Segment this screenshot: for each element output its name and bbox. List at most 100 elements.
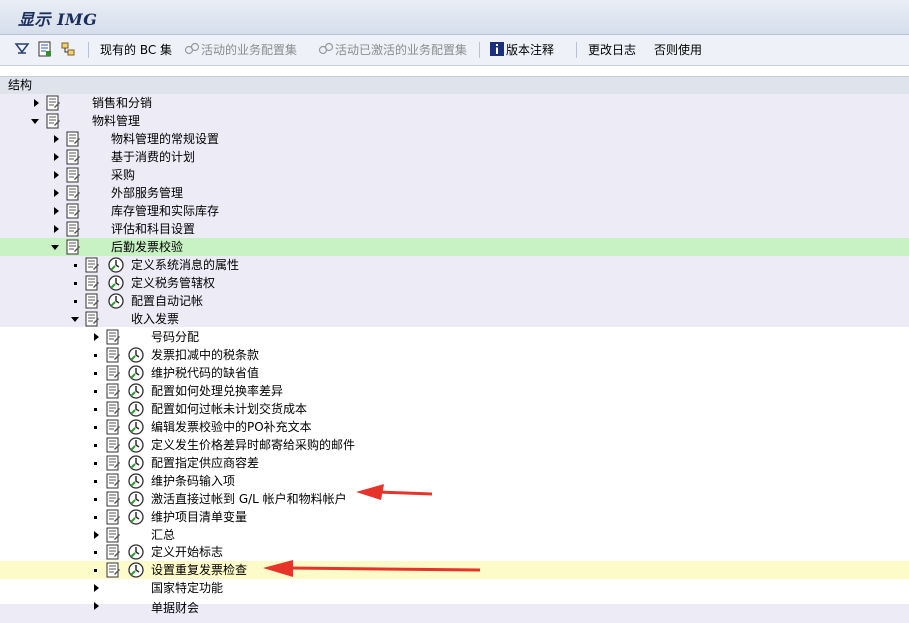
- execute-clock-icon[interactable]: [108, 257, 124, 273]
- execute-clock-icon[interactable]: [128, 401, 144, 417]
- tree-node[interactable]: 国家特定功能: [0, 579, 909, 597]
- execute-clock-icon[interactable]: [128, 455, 144, 471]
- collapsed-arrow-icon[interactable]: [54, 153, 59, 161]
- execute-clock-icon[interactable]: [128, 509, 144, 525]
- document-icon[interactable]: [85, 293, 100, 309]
- tree-node-label: 定义开始标志: [151, 545, 224, 559]
- tree-activity[interactable]: 定义系统消息的属性: [0, 256, 909, 274]
- expanded-arrow-icon[interactable]: [71, 317, 79, 322]
- structure-header-label: 结构: [8, 78, 33, 92]
- toolbar-separator: [479, 42, 480, 58]
- document-icon[interactable]: [106, 419, 121, 435]
- tree-node-label: 销售和分销: [92, 96, 153, 110]
- tree-node-liv[interactable]: 后勤发票校验: [0, 238, 909, 256]
- tree-node-label: 国家特定功能: [151, 581, 224, 595]
- tree-node[interactable]: 采购: [0, 166, 909, 184]
- tree-node[interactable]: 评估和科目设置: [0, 220, 909, 238]
- document-icon[interactable]: [106, 544, 121, 560]
- execute-clock-icon[interactable]: [128, 365, 144, 381]
- tree-activity[interactable]: 维护条码输入项: [0, 472, 909, 490]
- application-toolbar: 现有的 BC 集 活动的业务配置集 活动已激活的业务配置集 版本注释 更改日志 …: [0, 35, 909, 66]
- collapsed-arrow-icon[interactable]: [94, 602, 99, 610]
- tree-activity[interactable]: 定义发生价格差异时邮寄给采购的邮件: [0, 436, 909, 454]
- execute-clock-icon[interactable]: [108, 275, 124, 291]
- tree-activity[interactable]: 配置如何过帐未计划交货成本: [0, 400, 909, 418]
- tree-node[interactable]: 库存管理和实际库存: [0, 202, 909, 220]
- hierarchy-icon[interactable]: [60, 41, 76, 57]
- execute-clock-icon[interactable]: [128, 419, 144, 435]
- where-used-button[interactable]: 否则使用: [654, 41, 702, 59]
- tree-node[interactable]: 物料管理的常规设置: [0, 130, 909, 148]
- tree-node-label: 物料管理的常规设置: [111, 132, 220, 146]
- collapsed-arrow-icon[interactable]: [94, 531, 99, 539]
- tree-node[interactable]: 号码分配: [0, 328, 909, 346]
- document-icon[interactable]: [106, 473, 121, 489]
- document-icon[interactable]: [85, 275, 100, 291]
- activated-bc-set-button[interactable]: 活动已激活的业务配置集: [335, 41, 467, 59]
- expanded-arrow-icon[interactable]: [31, 119, 39, 124]
- document-icon[interactable]: [85, 257, 100, 273]
- execute-clock-icon[interactable]: [128, 544, 144, 560]
- tree-activity[interactable]: 发票扣减中的税条款: [0, 346, 909, 364]
- change-log-button[interactable]: 更改日志: [588, 41, 636, 59]
- document-icon[interactable]: [106, 401, 121, 417]
- tree-node-label: 设置重复发票检查: [151, 563, 248, 577]
- structure-icon[interactable]: [37, 41, 53, 57]
- tree-node-label: 采购: [111, 168, 136, 182]
- tree-activity[interactable]: 配置指定供应商容差: [0, 454, 909, 472]
- collapsed-arrow-icon[interactable]: [54, 171, 59, 179]
- collapsed-arrow-icon[interactable]: [34, 99, 39, 107]
- tree-node-mm[interactable]: 物料管理: [0, 112, 909, 130]
- document-icon[interactable]: [106, 365, 121, 381]
- expanded-arrow-icon[interactable]: [51, 245, 59, 250]
- collapsed-arrow-icon[interactable]: [54, 207, 59, 215]
- execute-clock-icon[interactable]: [128, 491, 144, 507]
- document-icon: [66, 149, 80, 165]
- bc-sets-button[interactable]: 现有的 BC 集: [100, 41, 172, 59]
- document-icon[interactable]: [106, 491, 121, 507]
- tree-node[interactable]: 外部服务管理: [0, 184, 909, 202]
- tree-activity[interactable]: 激活直接过帐到 G/L 帐户和物料帐户: [0, 490, 909, 508]
- tree-activity[interactable]: 定义税务管辖权: [0, 274, 909, 292]
- expand-icon[interactable]: [14, 41, 30, 57]
- execute-clock-icon[interactable]: [108, 293, 124, 309]
- collapsed-arrow-icon[interactable]: [94, 584, 99, 592]
- tree-activity-duplicate-check[interactable]: 设置重复发票检查: [0, 561, 909, 579]
- document-icon[interactable]: [106, 562, 121, 578]
- release-notes-button[interactable]: 版本注释: [506, 41, 554, 59]
- collapsed-arrow-icon[interactable]: [94, 333, 99, 341]
- tree-activity[interactable]: 配置自动记帐: [0, 292, 909, 310]
- document-icon: [66, 131, 80, 147]
- tree-node[interactable]: 基于消费的计划: [0, 148, 909, 166]
- bullet: [94, 551, 97, 554]
- toolbar-separator: [576, 42, 577, 58]
- collapsed-arrow-icon[interactable]: [54, 189, 59, 197]
- document-icon[interactable]: [106, 383, 121, 399]
- collapsed-arrow-icon[interactable]: [54, 135, 59, 143]
- tree-node[interactable]: 汇总: [0, 526, 909, 544]
- collapsed-arrow-icon[interactable]: [54, 225, 59, 233]
- tree-node-sales[interactable]: 销售和分销: [0, 94, 909, 112]
- document-icon[interactable]: [106, 347, 121, 363]
- tree-node[interactable]: 单据财会: [0, 597, 909, 615]
- window-title: 显示 IMG: [18, 10, 98, 29]
- tree-activity[interactable]: 配置如何处理兑换率差异: [0, 382, 909, 400]
- bc-set-icon: [318, 42, 334, 55]
- bullet: [94, 354, 97, 357]
- document-icon[interactable]: [106, 437, 121, 453]
- tree-activity[interactable]: 维护项目清单变量: [0, 508, 909, 526]
- document-icon[interactable]: [106, 509, 121, 525]
- tree-activity[interactable]: 维护税代码的缺省值: [0, 364, 909, 382]
- tree-node-label: 维护条码输入项: [151, 474, 236, 488]
- tree-node-incoming[interactable]: 收入发票: [0, 310, 909, 328]
- execute-clock-icon[interactable]: [128, 562, 144, 578]
- execute-clock-icon[interactable]: [128, 383, 144, 399]
- execute-clock-icon[interactable]: [128, 347, 144, 363]
- bullet: [94, 462, 97, 465]
- execute-clock-icon[interactable]: [128, 437, 144, 453]
- active-bc-set-button[interactable]: 活动的业务配置集: [201, 41, 297, 59]
- tree-activity[interactable]: 定义开始标志: [0, 543, 909, 561]
- tree-activity[interactable]: 编辑发票校验中的PO补充文本: [0, 418, 909, 436]
- execute-clock-icon[interactable]: [128, 473, 144, 489]
- document-icon[interactable]: [106, 455, 121, 471]
